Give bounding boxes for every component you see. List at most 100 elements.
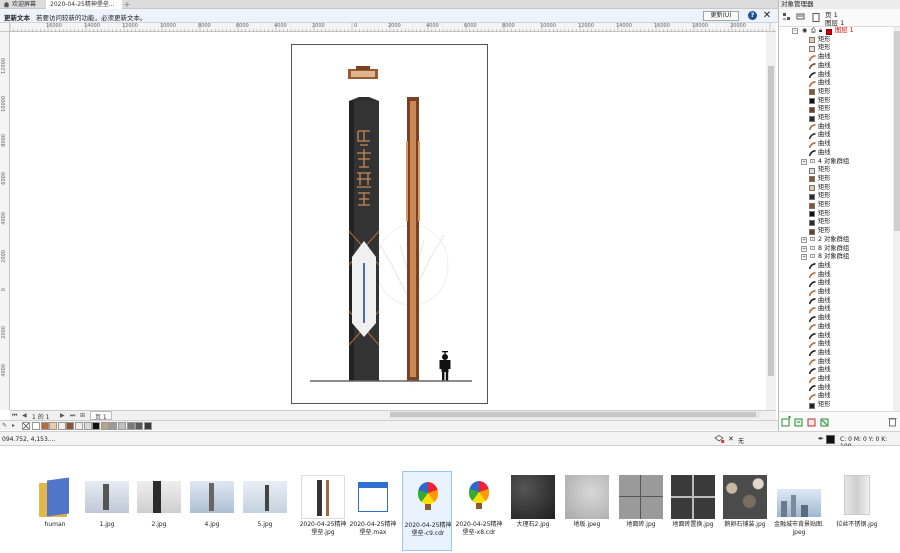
object-group-row[interactable]: + ⊡ 8 对象群组 [779,253,893,262]
object-row[interactable]: 曲线 [779,71,893,80]
file-item[interactable]: 1.jpg [82,471,132,551]
object-row[interactable]: 曲线 [779,271,893,280]
tab-welcome-screen[interactable]: 欢迎屏幕 [0,0,46,9]
file-item[interactable]: 5.jpg [240,471,290,551]
object-group-row[interactable]: + ⊡ 2 对象群组 [779,236,893,245]
file-item[interactable]: 2020-04-25精神堡垒-c9.cdr [402,471,452,551]
collapse-icon[interactable]: − [792,28,798,34]
first-page-icon[interactable]: ⏮ [12,412,17,420]
layer-view-icon[interactable] [782,12,791,21]
ruler-origin[interactable] [0,23,10,32]
file-item[interactable]: 鹅卵石铺装.jpg [720,471,770,551]
new-master-layer-icon[interactable] [794,416,805,427]
object-row[interactable]: 曲线 [779,79,893,88]
object-row[interactable]: 曲线 [779,288,893,297]
no-fill-icon[interactable]: ✕ [728,435,734,443]
palette-flyout-icon[interactable]: ▸ [12,422,15,429]
object-row[interactable]: 曲线 [779,340,893,349]
object-row[interactable]: 矩形 [779,184,893,193]
object-group-row[interactable]: + ⊡ 4 对象群组 [779,158,893,167]
object-row[interactable]: 矩形 [779,201,893,210]
update-button[interactable]: 更新(U) [703,11,739,21]
object-row[interactable]: 曲线 [779,297,893,306]
color-swatch[interactable] [75,422,83,430]
object-row[interactable]: 矩形 [779,166,893,175]
file-item[interactable]: 地板.jpeg [562,471,612,551]
color-swatch[interactable] [135,422,144,430]
object-row[interactable]: 曲线 [779,62,893,71]
file-item[interactable]: 大理石2.jpg [508,471,558,551]
page-tab[interactable]: 页 1 [90,411,112,421]
color-swatch[interactable] [40,422,49,430]
object-row[interactable]: 曲线 [779,140,893,149]
eye-icon[interactable]: ◉ [802,27,807,36]
color-swatch[interactable] [83,422,92,430]
file-item[interactable]: human [30,471,80,551]
scrollbar-thumb[interactable] [768,66,774,376]
file-item[interactable]: 2020-04-25精神堡垒.max [348,471,398,551]
object-row[interactable]: 矩形 [779,36,893,45]
object-row[interactable]: 矩形 [779,88,893,97]
object-row[interactable]: 矩形 [779,175,893,184]
object-row[interactable]: 曲线 [779,392,893,401]
object-row[interactable]: 曲线 [779,262,893,271]
add-tab-icon[interactable]: + [123,0,131,9]
add-page-icon[interactable]: ⊞ [80,412,85,419]
file-item[interactable]: 金融城市背景贴图.jpeg [774,471,824,551]
object-row[interactable]: 矩形 [779,210,893,219]
file-item[interactable]: 2020-04-25精神堡垒.jpg [298,471,348,551]
no-color-swatch[interactable] [22,422,30,430]
file-item[interactable]: 2020-04-25精神堡垒-x8.cdr [454,471,504,551]
object-row[interactable]: 曲线 [779,123,893,132]
close-icon[interactable]: ✕ [762,10,772,21]
last-page-icon[interactable]: ⏭ [70,412,75,420]
outline-color-swatch[interactable] [826,435,835,444]
expand-icon[interactable]: + [801,245,807,252]
object-row[interactable]: 矩形 [779,97,893,106]
color-swatch[interactable] [100,422,109,430]
palette-pen-icon[interactable]: ✎ [2,422,7,429]
file-item[interactable]: 4.jpg [187,471,237,551]
file-item[interactable]: 地面砖.jpg [616,471,666,551]
new-layer-icon[interactable] [781,416,792,427]
object-row[interactable]: 曲线 [779,279,893,288]
object-row[interactable]: 矩形 [779,105,893,114]
object-row[interactable]: 曲线 [779,323,893,332]
object-row[interactable]: 曲线 [779,358,893,367]
new-master-layer-even-icon[interactable] [820,416,831,427]
fill-bucket-icon[interactable] [714,435,725,444]
file-item[interactable]: 2.jpg [134,471,184,551]
tab-document[interactable]: 2020-04-25精神堡垒... [46,0,122,9]
object-row[interactable]: 曲线 [779,149,893,158]
object-row[interactable]: 曲线 [779,131,893,140]
outline-pen-icon[interactable]: ✒ [818,435,824,443]
color-swatch[interactable] [118,422,126,430]
horizontal-ruler[interactable]: 16000 14000 12000 10000 8000 6000 4000 2… [10,23,776,32]
object-row[interactable]: 矩形 [779,114,893,123]
object-row[interactable]: 矩形 [779,44,893,53]
color-swatch[interactable] [57,422,66,430]
file-item[interactable]: 拉丝不锈钢.jpg [832,471,882,551]
expand-icon[interactable]: + [801,236,807,243]
color-swatch[interactable] [126,422,135,430]
lock-icon[interactable]: 🔒︎ [819,27,822,36]
object-row[interactable]: 曲线 [779,384,893,393]
object-row[interactable]: 曲线 [779,332,893,341]
drawing-page[interactable] [291,44,488,404]
color-swatch[interactable] [32,422,40,430]
layer-options-icon[interactable] [796,12,805,21]
prev-page-icon[interactable]: ◀ [22,412,27,419]
object-row[interactable]: 曲线 [779,314,893,323]
vertical-ruler[interactable]: 12000 10000 8000 6000 4000 2000 0 2000 4… [0,32,10,410]
printer-icon[interactable]: ⎙ [811,27,816,36]
layer-row[interactable]: − ◉ ⎙ 🔒︎ 图层 1 [779,27,893,36]
next-page-icon[interactable]: ▶ [60,412,65,419]
canvas-horizontal-scrollbar[interactable] [390,411,760,418]
expand-icon[interactable]: + [801,158,807,165]
color-swatch[interactable] [109,422,118,430]
object-row[interactable]: 矩形 [779,218,893,227]
object-row[interactable]: 曲线 [779,53,893,62]
delete-icon[interactable] [887,416,898,427]
help-icon[interactable]: ? [748,11,757,20]
color-swatch[interactable] [92,422,101,430]
